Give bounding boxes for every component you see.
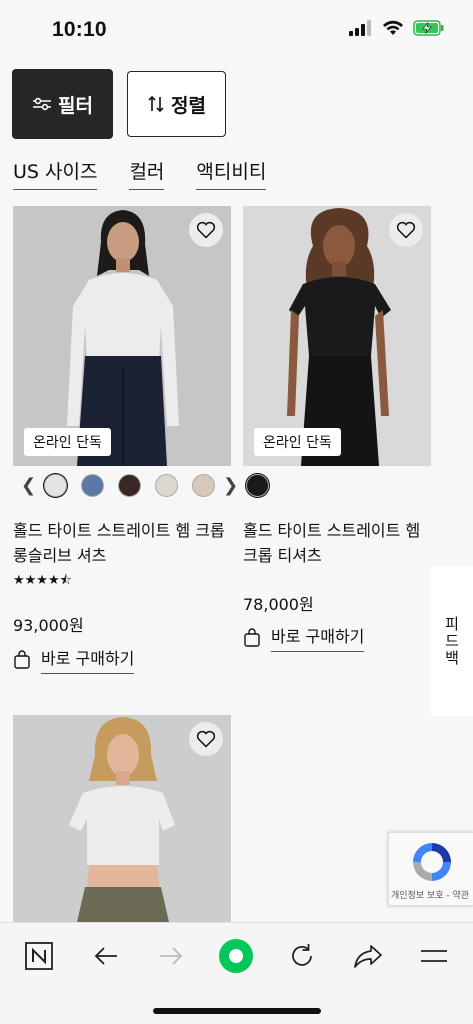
heart-icon: [396, 221, 416, 239]
heart-icon: [196, 221, 216, 239]
shopping-bag-icon: [244, 627, 260, 647]
product-name[interactable]: 홀드 타이트 스트레이트 헴 크롭 롱슬리브 셔츠: [13, 518, 228, 568]
sort-arrows-icon: [148, 95, 164, 113]
share-icon[interactable]: [350, 938, 386, 974]
product-image[interactable]: [13, 715, 231, 922]
rating-stars: ★★★★⯪: [13, 573, 72, 588]
wishlist-button[interactable]: [389, 213, 423, 247]
filter-button[interactable]: 필터: [12, 69, 113, 139]
status-time: 10:10: [52, 18, 107, 41]
product-image[interactable]: 온라인 단독: [243, 206, 431, 466]
product-image[interactable]: 온라인 단독: [13, 206, 231, 466]
forward-arrow-icon: [153, 938, 189, 974]
sliders-icon: [33, 97, 52, 111]
battery-charging-icon: [413, 20, 444, 36]
filter-label: 필터: [58, 94, 93, 117]
color-swatch[interactable]: [81, 474, 105, 497]
online-exclusive-badge: 온라인 단독: [254, 428, 341, 456]
heart-icon: [196, 730, 216, 748]
sort-button[interactable]: 정렬: [127, 71, 226, 137]
recaptcha-badge[interactable]: 개인정보 보호 - 약관: [388, 832, 473, 906]
shopping-bag-icon: [14, 649, 30, 669]
menu-icon[interactable]: [416, 938, 452, 974]
product-card[interactable]: [13, 715, 231, 922]
color-swatch[interactable]: [246, 474, 269, 497]
chevron-right-icon[interactable]: ❯: [223, 475, 238, 496]
wishlist-button[interactable]: [189, 722, 223, 756]
color-swatches: ❮ ❯: [21, 474, 246, 497]
home-green-dot-icon[interactable]: [218, 938, 254, 974]
sort-label: 정렬: [171, 94, 206, 117]
back-arrow-icon[interactable]: [88, 938, 124, 974]
color-swatch[interactable]: [118, 474, 142, 497]
product-price: 93,000원: [13, 616, 84, 635]
wishlist-button[interactable]: [189, 213, 223, 247]
chip-color[interactable]: 컬러: [129, 157, 165, 190]
filter-chips: US 사이즈 컬러 액티비티: [13, 157, 298, 190]
feedback-label: 피드백: [442, 615, 461, 667]
product-name[interactable]: 홀드 타이트 스트레이트 헴 크롭 티셔츠: [243, 518, 433, 568]
chip-us-size[interactable]: US 사이즈: [13, 157, 98, 190]
signal-icon: [349, 20, 371, 36]
recaptcha-privacy-terms[interactable]: 개인정보 보호 - 약관: [391, 888, 469, 901]
naver-n-icon[interactable]: [21, 938, 57, 974]
buy-now-label: 바로 구매하기: [271, 623, 365, 652]
color-swatch[interactable]: [192, 474, 216, 497]
color-swatch[interactable]: [155, 474, 179, 497]
product-price: 78,000원: [243, 595, 314, 614]
wifi-icon: [383, 20, 403, 35]
status-icons: [349, 20, 445, 36]
chip-activity[interactable]: 액티비티: [196, 157, 267, 190]
browser-toolbar: [0, 922, 473, 1024]
filter-sort-toolbar: 필터 정렬: [12, 69, 226, 139]
product-card[interactable]: 온라인 단독: [243, 206, 431, 466]
reload-icon[interactable]: [284, 938, 320, 974]
color-swatches: [246, 474, 283, 497]
buy-now-label: 바로 구매하기: [41, 645, 135, 674]
color-swatch[interactable]: [44, 474, 68, 497]
feedback-tab[interactable]: 피드백: [431, 566, 473, 716]
chevron-left-icon[interactable]: ❮: [21, 475, 36, 496]
buy-now-button[interactable]: 바로 구매하기: [13, 645, 135, 674]
home-indicator: [153, 1008, 321, 1014]
buy-now-button[interactable]: 바로 구매하기: [243, 623, 365, 652]
status-bar: 10:10: [0, 0, 473, 58]
product-card[interactable]: 온라인 단독: [13, 206, 231, 466]
recaptcha-logo-icon: [413, 843, 451, 881]
online-exclusive-badge: 온라인 단독: [24, 428, 111, 456]
